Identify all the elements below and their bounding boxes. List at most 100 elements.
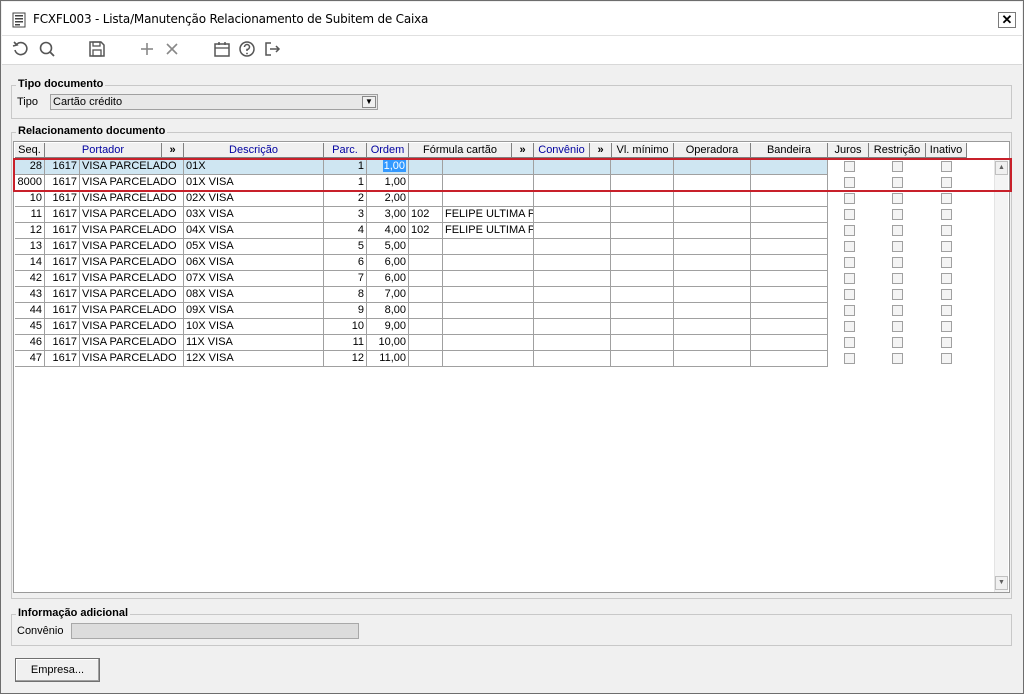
juros-checkbox[interactable] [844, 353, 855, 364]
cell-port-code[interactable]: 1617 [45, 255, 80, 271]
table-row[interactable]: 11 1617 VISA PARCELADO 03X VISA 3 3,00 102 FELI… [15, 207, 995, 223]
col-descricao-header[interactable]: Descrição [184, 143, 324, 158]
cell-ordem[interactable]: 1,00 [367, 175, 409, 191]
juros-checkbox[interactable] [844, 257, 855, 268]
cell-ordem[interactable]: 8,00 [367, 303, 409, 319]
cell-seq[interactable]: 28 [15, 159, 45, 175]
restricao-checkbox[interactable] [892, 337, 903, 348]
juros-checkbox[interactable] [844, 305, 855, 316]
cell-bandeira[interactable] [751, 255, 828, 271]
juros-checkbox[interactable] [844, 321, 855, 332]
cell-vl-minimo[interactable] [611, 351, 674, 367]
col-inativo-header[interactable]: Inativo [926, 143, 967, 158]
cell-operadora[interactable] [674, 207, 751, 223]
table-row[interactable]: 13 1617 VISA PARCELADO 05X VISA 5 5,00 [15, 239, 995, 255]
table-row[interactable]: 44 1617 VISA PARCELADO 09X VISA 9 8,00 [15, 303, 995, 319]
cell-seq[interactable]: 44 [15, 303, 45, 319]
cell-vl-minimo[interactable] [611, 239, 674, 255]
inativo-checkbox[interactable] [941, 305, 952, 316]
cell-seq[interactable]: 47 [15, 351, 45, 367]
restricao-checkbox[interactable] [892, 241, 903, 252]
cell-port-code[interactable]: 1617 [45, 191, 80, 207]
cell-ordem[interactable]: 9,00 [367, 319, 409, 335]
cell-port-name[interactable]: VISA PARCELADO [80, 255, 184, 271]
inativo-checkbox[interactable] [941, 321, 952, 332]
table-row[interactable]: 47 1617 VISA PARCELADO 12X VISA 12 11,00 [15, 351, 995, 367]
cell-seq[interactable]: 43 [15, 287, 45, 303]
cell-formula-code[interactable] [409, 351, 443, 367]
cell-convenio[interactable] [534, 351, 611, 367]
col-formula-more-button[interactable]: » [512, 143, 534, 158]
cell-formula-code[interactable] [409, 335, 443, 351]
inativo-checkbox[interactable] [941, 353, 952, 364]
cell-ordem[interactable]: 2,00 [367, 191, 409, 207]
cell-convenio[interactable] [534, 175, 611, 191]
cell-descricao[interactable]: 07X VISA [184, 271, 324, 287]
cell-convenio[interactable] [534, 255, 611, 271]
cell-descricao[interactable]: 03X VISA [184, 207, 324, 223]
tipo-select[interactable]: Cartão crédito ▼ [50, 94, 378, 110]
cell-port-name[interactable]: VISA PARCELADO [80, 303, 184, 319]
col-parc-header[interactable]: Parc. [324, 143, 367, 158]
table-row[interactable]: 43 1617 VISA PARCELADO 08X VISA 8 7,00 [15, 287, 995, 303]
restricao-checkbox[interactable] [892, 177, 903, 188]
scroll-up-icon[interactable]: ▲ [995, 161, 1008, 175]
cell-parc[interactable]: 1 [324, 175, 367, 191]
cell-vl-minimo[interactable] [611, 223, 674, 239]
relacionamento-grid[interactable]: Seq. Portador » Descrição Parc. Ordem Fó… [13, 141, 1010, 593]
cell-port-name[interactable]: VISA PARCELADO [80, 223, 184, 239]
cell-vl-minimo[interactable] [611, 271, 674, 287]
col-vl-minimo-header[interactable]: Vl. mínimo [612, 143, 674, 158]
cell-vl-minimo[interactable] [611, 175, 674, 191]
inativo-checkbox[interactable] [941, 193, 952, 204]
inativo-checkbox[interactable] [941, 289, 952, 300]
cell-port-code[interactable]: 1617 [45, 239, 80, 255]
cell-bandeira[interactable] [751, 207, 828, 223]
cell-bandeira[interactable] [751, 271, 828, 287]
cell-descricao[interactable]: 05X VISA [184, 239, 324, 255]
juros-checkbox[interactable] [844, 161, 855, 172]
cell-formula-name[interactable] [443, 255, 534, 271]
cell-seq[interactable]: 45 [15, 319, 45, 335]
cell-parc[interactable]: 12 [324, 351, 367, 367]
cell-operadora[interactable] [674, 239, 751, 255]
cell-port-name[interactable]: VISA PARCELADO [80, 287, 184, 303]
cell-bandeira[interactable] [751, 303, 828, 319]
cell-operadora[interactable] [674, 175, 751, 191]
convenio-field[interactable] [71, 623, 359, 639]
cell-parc[interactable]: 10 [324, 319, 367, 335]
juros-checkbox[interactable] [844, 209, 855, 220]
juros-checkbox[interactable] [844, 273, 855, 284]
cell-parc[interactable]: 3 [324, 207, 367, 223]
cell-operadora[interactable] [674, 319, 751, 335]
save-icon[interactable] [87, 39, 107, 59]
table-row[interactable]: 12 1617 VISA PARCELADO 04X VISA 4 4,00 102 FELI… [15, 223, 995, 239]
cell-ordem[interactable]: 5,00 [367, 239, 409, 255]
cell-port-code[interactable]: 1617 [45, 303, 80, 319]
inativo-checkbox[interactable] [941, 177, 952, 188]
cell-seq[interactable]: 8000 [15, 175, 45, 191]
cell-formula-code[interactable] [409, 303, 443, 319]
cell-operadora[interactable] [674, 159, 751, 175]
cell-parc[interactable]: 9 [324, 303, 367, 319]
cell-convenio[interactable] [534, 319, 611, 335]
cell-ordem[interactable]: 3,00 [367, 207, 409, 223]
restricao-checkbox[interactable] [892, 321, 903, 332]
delete-icon[interactable] [162, 39, 182, 59]
cell-formula-name[interactable] [443, 303, 534, 319]
cell-port-name[interactable]: VISA PARCELADO [80, 159, 184, 175]
cell-convenio[interactable] [534, 159, 611, 175]
table-row[interactable]: 28 1617 VISA PARCELADO 01X 1 1,00 [15, 159, 995, 175]
close-button[interactable]: ✕ [998, 12, 1016, 28]
cell-port-name[interactable]: VISA PARCELADO [80, 207, 184, 223]
cell-formula-code[interactable] [409, 287, 443, 303]
inativo-checkbox[interactable] [941, 257, 952, 268]
cell-descricao[interactable]: 06X VISA [184, 255, 324, 271]
cell-operadora[interactable] [674, 255, 751, 271]
cell-operadora[interactable] [674, 191, 751, 207]
cell-parc[interactable]: 5 [324, 239, 367, 255]
juros-checkbox[interactable] [844, 225, 855, 236]
calendar-icon[interactable] [212, 39, 232, 59]
cell-seq[interactable]: 46 [15, 335, 45, 351]
cell-formula-name[interactable] [443, 191, 534, 207]
